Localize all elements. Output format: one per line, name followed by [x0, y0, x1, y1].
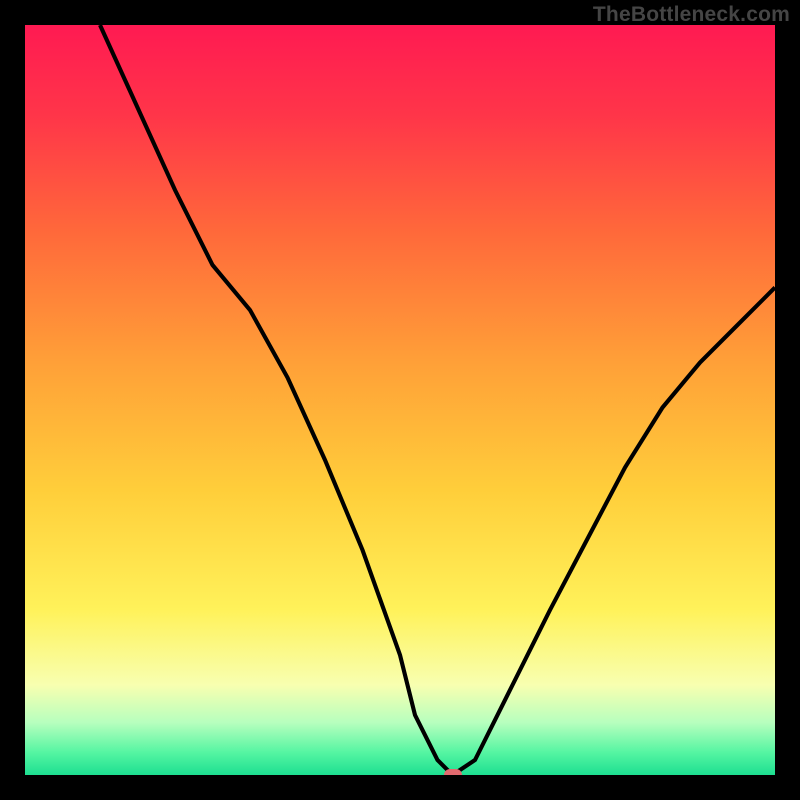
plot-area — [25, 25, 775, 775]
bottleneck-curve — [100, 25, 775, 775]
chart-frame: { "watermark": "TheBottleneck.com", "col… — [0, 0, 800, 800]
watermark-text: TheBottleneck.com — [593, 3, 790, 27]
curve-layer — [25, 25, 775, 775]
bottleneck-marker — [444, 769, 462, 775]
